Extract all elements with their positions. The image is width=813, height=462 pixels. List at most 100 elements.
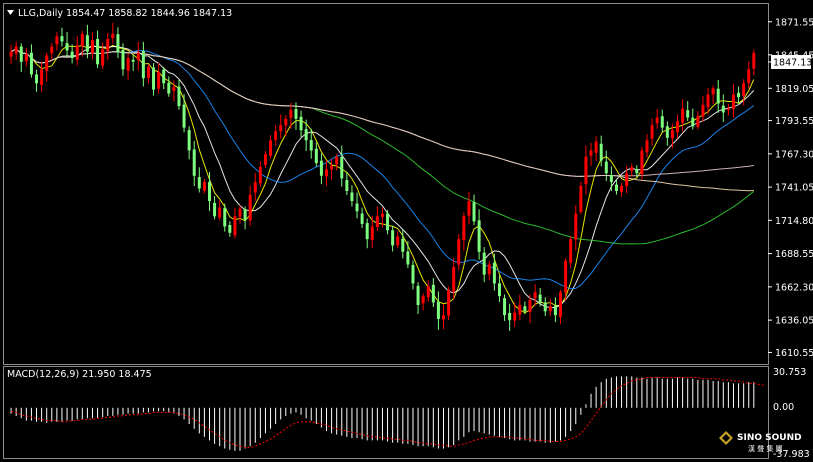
candle-body (691, 117, 695, 127)
candle-body (569, 239, 573, 263)
candle-body (462, 216, 466, 241)
candle-body (248, 194, 252, 221)
candle-body (436, 301, 440, 319)
candle-body (553, 305, 557, 316)
candle-body (604, 161, 608, 174)
candle-body (396, 236, 400, 246)
candle-body (701, 104, 705, 117)
candle-body (676, 121, 680, 133)
candle-body (452, 266, 456, 292)
candle-body (253, 182, 257, 193)
candle-body (96, 38, 100, 65)
candle-body (289, 109, 293, 118)
candle-body (213, 202, 217, 217)
candle-body (645, 140, 649, 153)
candle-body (197, 177, 201, 189)
candle-body (45, 55, 49, 71)
candle-body (35, 74, 39, 84)
candle-body (559, 292, 563, 318)
candle-body (742, 83, 746, 96)
candle-body (14, 46, 18, 54)
candle-body (625, 173, 629, 186)
candle-body (564, 260, 568, 293)
candle-body (584, 156, 588, 185)
candle-body (228, 224, 232, 233)
candle-body (370, 226, 374, 241)
candle-body (599, 143, 603, 161)
candle-body (335, 156, 339, 165)
candle-body (350, 192, 354, 202)
candle-body (431, 284, 435, 303)
candle-body (731, 94, 735, 110)
price-tick-label: 1714.80 (775, 216, 813, 227)
candle-body (136, 52, 140, 60)
candle-body (411, 264, 415, 284)
candle-body (635, 169, 639, 174)
candle-body (55, 36, 59, 45)
candle-body (696, 116, 700, 127)
symbol-title: LLG,Daily (18, 8, 63, 19)
candle-body (243, 209, 247, 221)
candle-body (263, 154, 267, 165)
current-price-label: 1847.13 (773, 58, 812, 69)
candle-body (162, 69, 166, 84)
candle-body (630, 166, 634, 171)
candle-body (492, 262, 496, 284)
candle-body (660, 116, 664, 128)
candle-body (70, 51, 74, 58)
price-tick-label: 1636.05 (775, 316, 813, 327)
candle-body (284, 118, 288, 126)
candle-body (192, 149, 196, 176)
watermark-subtitle: 漢 聲 集 團 (748, 444, 783, 453)
candle-body (548, 306, 552, 312)
macd-tick-max: 30.753 (773, 367, 806, 378)
price-tick-label: 1871.55 (775, 17, 813, 28)
candle-body (726, 108, 730, 111)
candle-body (304, 129, 308, 141)
candle-body (294, 108, 298, 119)
candle-body (152, 67, 156, 90)
candle-body (85, 35, 89, 52)
candle-body (686, 110, 690, 118)
candle-body (187, 130, 191, 151)
candle-body (177, 86, 181, 107)
candle-body (401, 238, 405, 252)
candle-body (106, 38, 110, 52)
candle-body (523, 306, 527, 312)
candle-body (60, 36, 64, 42)
candle-body (182, 104, 186, 128)
candle-body (116, 34, 120, 52)
candle-body (324, 169, 328, 177)
candle-body (207, 181, 211, 202)
candle-body (330, 165, 334, 170)
candle-body (24, 54, 28, 62)
candle-body (75, 45, 79, 60)
candle-body (574, 213, 578, 240)
candle-body (19, 46, 23, 62)
candle-body (442, 315, 446, 320)
candle-body (269, 140, 273, 156)
candle-body (609, 175, 613, 183)
candle-body (111, 33, 115, 39)
price-tick-label: 1741.05 (775, 183, 813, 194)
candle-body (319, 160, 323, 176)
candle-body (579, 185, 583, 212)
candle-body (447, 289, 451, 316)
candle-body (472, 202, 476, 222)
candle-body (121, 49, 125, 70)
candle-body (223, 208, 227, 227)
candle-body (497, 283, 501, 297)
candle-body (29, 52, 33, 75)
candle-body (391, 230, 395, 246)
candle-body (543, 302, 547, 312)
price-tick-label: 1688.55 (775, 249, 813, 260)
candle-body (487, 264, 491, 275)
candle-body (345, 180, 349, 191)
candle-body (482, 252, 486, 275)
candle-body (258, 166, 262, 184)
price-tick-label: 1662.30 (775, 282, 813, 293)
candle-body (355, 203, 359, 212)
candle-body (538, 294, 542, 303)
candle-body (594, 141, 598, 153)
candle-body (670, 130, 674, 139)
